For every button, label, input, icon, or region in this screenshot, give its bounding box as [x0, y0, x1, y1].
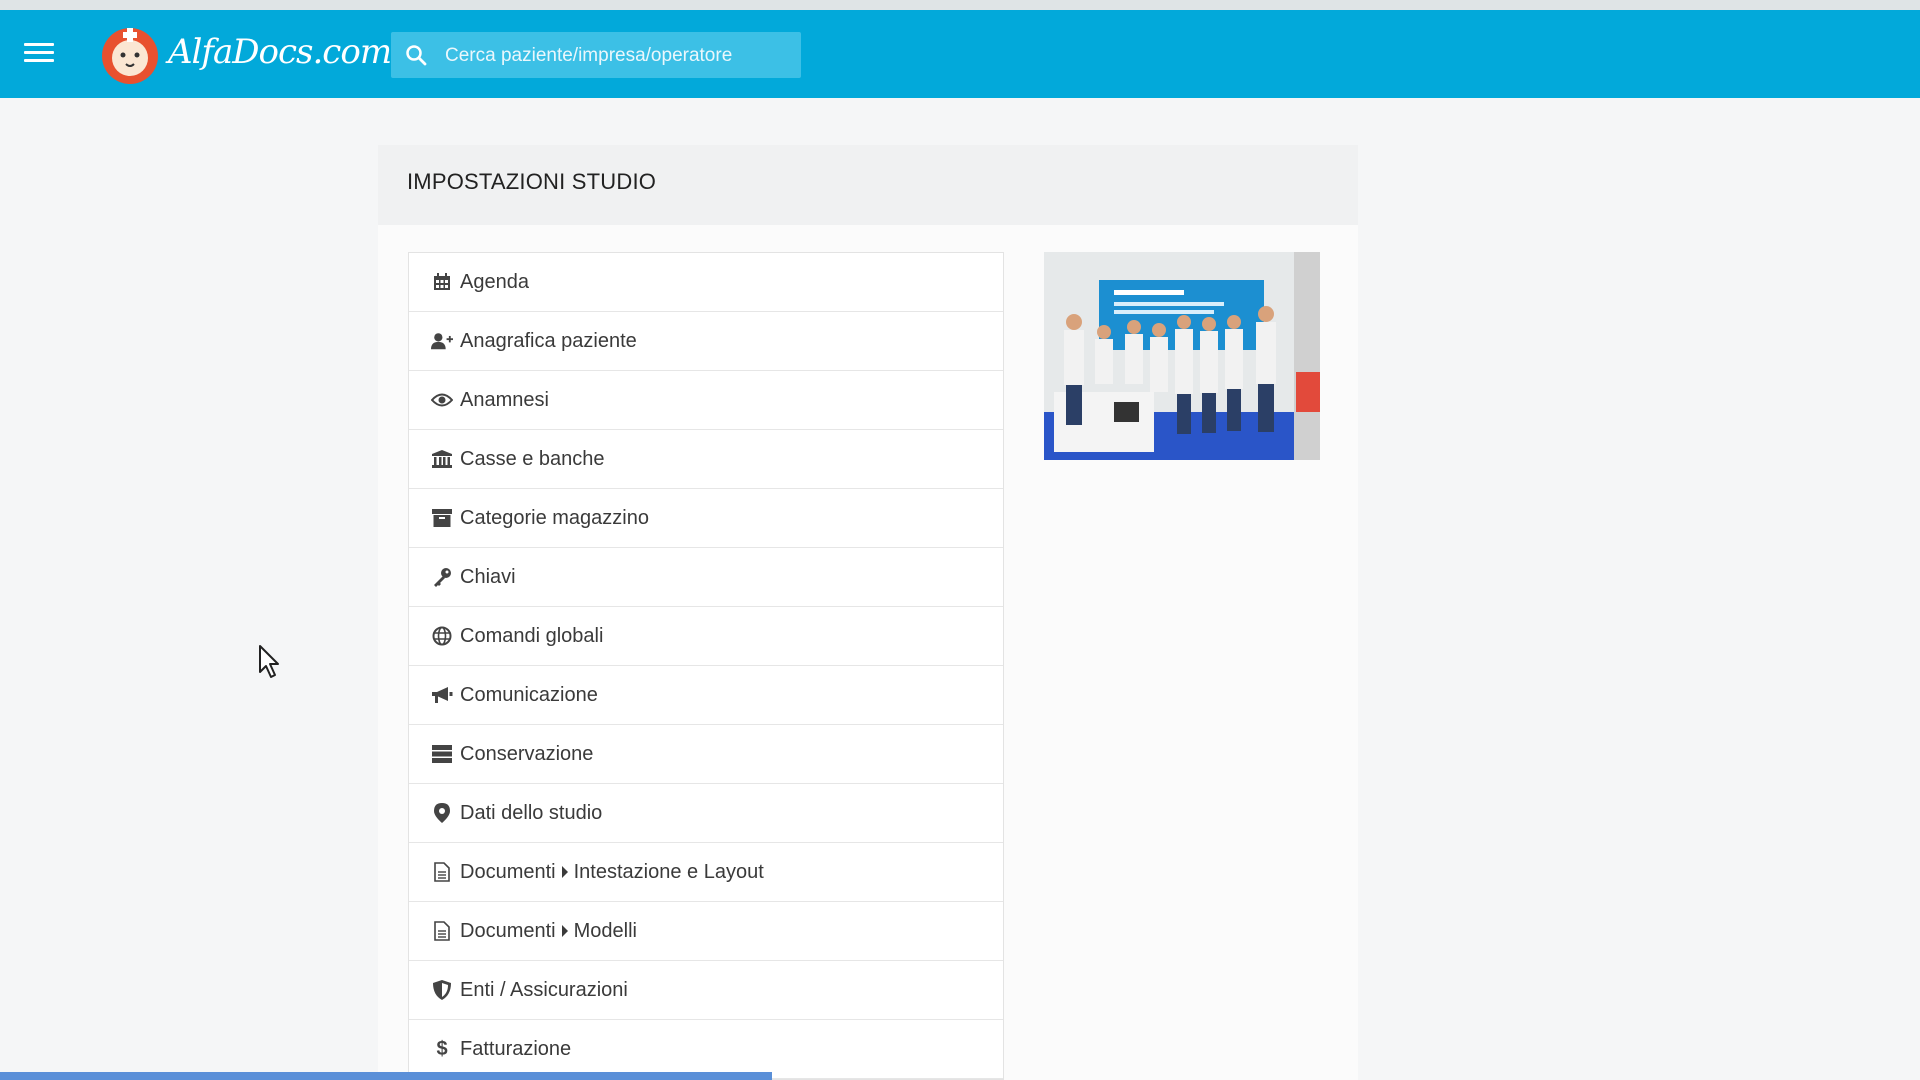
settings-item-label: Documenti Intestazione e Layout — [460, 861, 764, 884]
settings-item-label: Comunicazione — [460, 683, 598, 706]
settings-item-label: Conservazione — [460, 742, 594, 765]
settings-item-documenti-modelli[interactable]: Documenti Modelli — [409, 902, 1003, 961]
settings-item-conservazione[interactable]: Conservazione — [409, 725, 1003, 784]
dollar-icon: $ — [436, 1037, 448, 1060]
calendar-icon — [431, 271, 453, 293]
document-icon — [431, 861, 453, 883]
megaphone-icon — [431, 684, 453, 706]
settings-item-label: Dati dello studio — [460, 801, 603, 824]
settings-item-comunicazione[interactable]: Comunicazione — [409, 666, 1003, 725]
panel-header: IMPOSTAZIONI STUDIO — [378, 145, 1358, 225]
settings-item-fatturazione[interactable]: $ Fatturazione — [409, 1020, 1003, 1079]
key-icon — [431, 566, 453, 588]
settings-item-enti-assicurazioni[interactable]: Enti / Assicurazioni — [409, 961, 1003, 1020]
page-title: IMPOSTAZIONI STUDIO — [407, 169, 657, 194]
settings-item-comandi-globali[interactable]: Comandi globali — [409, 607, 1003, 666]
hamburger-menu-icon[interactable] — [24, 43, 54, 65]
top-border — [0, 0, 1920, 10]
server-icon — [431, 743, 453, 765]
settings-item-anamnesi[interactable]: Anamnesi — [409, 371, 1003, 430]
settings-item-label-main: Documenti — [460, 860, 556, 883]
settings-item-casse-e-banche[interactable]: Casse e banche — [409, 430, 1003, 489]
caret-right-icon — [561, 866, 568, 879]
settings-item-label: Chiavi — [460, 565, 516, 588]
settings-item-documenti-intestazione[interactable]: Documenti Intestazione e Layout — [409, 843, 1003, 902]
caret-right-icon — [561, 925, 568, 938]
shield-icon — [431, 979, 453, 1001]
settings-item-label: Casse e banche — [460, 447, 605, 470]
settings-item-label-sub: Modelli — [573, 919, 637, 942]
settings-item-label: Comandi globali — [460, 624, 604, 647]
logo-text: AlfaDocs.com — [168, 32, 392, 72]
settings-item-label: Agenda — [460, 270, 529, 293]
settings-item-dati-dello-studio[interactable]: Dati dello studio — [409, 784, 1003, 843]
settings-item-label: Anamnesi — [460, 388, 549, 411]
user-plus-icon — [431, 330, 453, 352]
app-logo[interactable]: AlfaDocs.com — [98, 20, 392, 90]
mouse-cursor-icon — [259, 645, 279, 678]
archive-icon — [431, 507, 453, 529]
eye-icon — [431, 389, 453, 411]
settings-item-label: Categorie magazzino — [460, 506, 649, 529]
app-header: AlfaDocs.com — [0, 10, 1920, 98]
loading-progress-bar — [0, 1072, 772, 1080]
search-icon — [406, 45, 427, 66]
document-icon — [431, 920, 453, 942]
map-marker-icon — [431, 802, 453, 824]
settings-item-categorie-magazzino[interactable]: Categorie magazzino — [409, 489, 1003, 548]
team-photo — [1044, 252, 1320, 460]
settings-item-label: Fatturazione — [460, 1037, 572, 1060]
lion-logo-icon — [102, 28, 158, 84]
settings-list: Agenda Anagrafica paziente Anamnesi Cass… — [408, 252, 1004, 1080]
search-box[interactable] — [391, 32, 801, 80]
settings-item-label-sub: Intestazione e Layout — [573, 860, 764, 883]
settings-item-label: Enti / Assicurazioni — [460, 978, 628, 1001]
globe-icon — [431, 625, 453, 647]
settings-item-label: Documenti Modelli — [460, 920, 637, 943]
settings-item-label-main: Documenti — [460, 919, 556, 942]
bank-icon — [431, 448, 453, 470]
settings-item-label: Anagrafica paziente — [460, 329, 637, 352]
search-input[interactable] — [443, 32, 797, 80]
settings-item-chiavi[interactable]: Chiavi — [409, 548, 1003, 607]
settings-item-anagrafica-paziente[interactable]: Anagrafica paziente — [409, 312, 1003, 371]
settings-item-agenda[interactable]: Agenda — [409, 253, 1003, 312]
